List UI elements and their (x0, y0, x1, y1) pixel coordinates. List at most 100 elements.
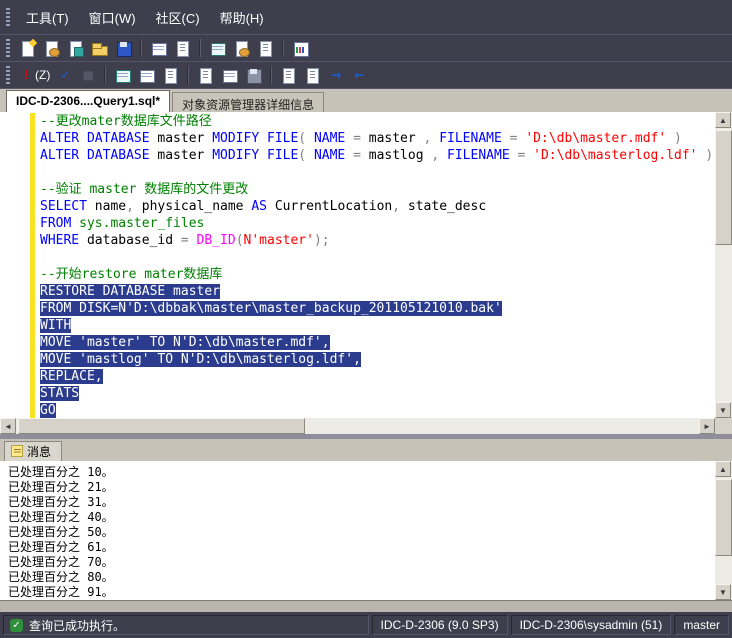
toolbar-separator (282, 39, 284, 57)
editor-vscroll-thumb[interactable] (715, 130, 732, 245)
menubar-items: 工具(T)窗口(W)社区(C)帮助(H) (16, 3, 274, 32)
activity-monitor-icon (292, 40, 309, 57)
code-line[interactable]: ALTER DATABASE master MODIFY FILE( NAME … (40, 147, 715, 164)
code-line-selected[interactable]: RESTORE DATABASE master (40, 283, 715, 300)
code-area[interactable]: --更改mater数据库文件路径ALTER DATABASE master MO… (0, 112, 715, 418)
code-line-selected[interactable]: STATS (40, 385, 715, 402)
object-explorer-button[interactable] (206, 37, 229, 60)
registered-servers-button[interactable] (147, 37, 170, 60)
open-file-button[interactable] (88, 37, 111, 60)
standard-toolbar-grip[interactable] (6, 39, 10, 57)
database-engine-query-button[interactable] (40, 37, 63, 60)
execute-button[interactable]: !(Z) (16, 64, 53, 87)
code-line-selected[interactable]: WITH (40, 317, 715, 334)
results-tab-row: 消息 (0, 439, 732, 461)
code-line[interactable]: WHERE database_id = DB_ID(N'master'); (40, 232, 715, 249)
sql-toolbar-items: !(Z)✓ ■ → ← (16, 64, 370, 87)
object-explorer-icon (209, 40, 226, 57)
tab-object-explorer-details[interactable]: 对象资源管理器详细信息 (172, 92, 324, 112)
editor-vscroll-track[interactable] (715, 128, 732, 402)
code-line-selected[interactable]: REPLACE, (40, 368, 715, 385)
message-line: 已处理百分之 80。 (8, 570, 715, 585)
results-to-grid-button[interactable] (218, 64, 241, 87)
messages-scroll-down-icon[interactable] (715, 584, 731, 600)
tab-messages[interactable]: 消息 (4, 441, 62, 461)
tab-query[interactable]: IDC-D-2306....Query1.sql* (6, 90, 170, 112)
summary-page-button[interactable] (171, 37, 194, 60)
save-button[interactable] (112, 37, 135, 60)
messages-vertical-scrollbar[interactable] (715, 461, 732, 600)
code-line[interactable]: --更改mater数据库文件路径 (40, 113, 715, 130)
code-line-selected[interactable]: GO (40, 402, 715, 418)
show-estimated-plan-button[interactable] (111, 64, 134, 87)
show-estimated-plan-icon (114, 67, 131, 84)
pane-bottom-border (0, 600, 732, 612)
analysis-services-query-icon (67, 40, 84, 57)
editor-horizontal-scrollbar[interactable] (0, 418, 715, 434)
query-designer-button[interactable] (135, 64, 158, 87)
outdent-icon: ← (352, 67, 366, 84)
cancel-executing-button[interactable]: ■ (77, 64, 99, 87)
menu-tools[interactable]: 工具(T) (16, 3, 79, 32)
code-line[interactable]: SELECT name, physical_name AS CurrentLoc… (40, 198, 715, 215)
menu-community[interactable]: 社区(C) (146, 3, 210, 32)
editor-vertical-scrollbar[interactable] (715, 112, 732, 418)
code-line[interactable] (40, 164, 715, 181)
messages-vscroll-thumb[interactable] (715, 479, 732, 556)
registered-servers-icon (150, 40, 167, 57)
code-line[interactable]: --开始restore mater数据库 (40, 266, 715, 283)
message-line: 已处理百分之 61。 (8, 540, 715, 555)
code-line[interactable]: FROM sys.master_files (40, 215, 715, 232)
status-user: IDC-D-2306\sysadmin (51) (511, 615, 672, 635)
editor-hscroll-track[interactable] (16, 418, 699, 434)
messages-scroll-up-icon[interactable] (715, 461, 731, 477)
execute-button-label: (Z) (35, 68, 50, 82)
code-line[interactable]: --验证 master 数据库的文件更改 (40, 181, 715, 198)
messages-pane[interactable]: 已处理百分之 10。已处理百分之 21。已处理百分之 31。已处理百分之 40。… (0, 461, 732, 600)
query-editor: --更改mater数据库文件路径ALTER DATABASE master MO… (0, 112, 732, 434)
code-line[interactable]: ALTER DATABASE master MODIFY FILE( NAME … (40, 130, 715, 147)
query-designer-icon (138, 67, 155, 84)
outdent-button[interactable]: ← (348, 64, 370, 87)
summary-page-icon (174, 40, 191, 57)
message-line: 已处理百分之 50。 (8, 525, 715, 540)
menu-help[interactable]: 帮助(H) (210, 3, 274, 32)
template-explorer-icon (233, 40, 250, 57)
properties-window-button[interactable] (254, 37, 277, 60)
standard-toolbar-items (16, 37, 312, 60)
uncomment-selection-icon (304, 67, 321, 84)
status-bar: 查询已成功执行。 IDC-D-2306 (9.0 SP3) IDC-D-2306… (0, 612, 732, 638)
message-lines: 已处理百分之 10。已处理百分之 21。已处理百分之 31。已处理百分之 40。… (0, 461, 715, 600)
messages-vscroll-track[interactable] (715, 477, 732, 584)
document-tab-strip: IDC-D-2306....Query1.sql*对象资源管理器详细信息 (0, 88, 732, 112)
scroll-right-icon[interactable] (699, 418, 715, 434)
results-to-text-button[interactable] (194, 64, 217, 87)
menu-window[interactable]: 窗口(W) (79, 3, 146, 32)
specify-template-values-button[interactable] (159, 64, 182, 87)
editor-hscroll-thumb[interactable] (18, 418, 305, 434)
new-query-button[interactable] (16, 37, 39, 60)
results-to-file-icon (245, 67, 262, 84)
code-line-selected[interactable]: MOVE 'master' TO N'D:\db\master.mdf', (40, 334, 715, 351)
cancel-executing-icon: ■ (81, 67, 95, 84)
results-to-text-icon (197, 67, 214, 84)
code-line[interactable] (40, 249, 715, 266)
code-line-selected[interactable]: MOVE 'mastlog' TO N'D:\db\masterlog.ldf'… (40, 351, 715, 368)
code-line-selected[interactable]: FROM DISK=N'D:\dbbak\master\master_backu… (40, 300, 715, 317)
analysis-services-query-button[interactable] (64, 37, 87, 60)
indent-button[interactable]: → (325, 64, 347, 87)
activity-monitor-button[interactable] (289, 37, 312, 60)
toolbar-separator (104, 66, 106, 84)
results-to-file-button[interactable] (242, 64, 265, 87)
menubar-grip[interactable] (6, 8, 10, 26)
template-explorer-button[interactable] (230, 37, 253, 60)
parse-button[interactable]: ✓ (54, 64, 76, 87)
uncomment-selection-button[interactable] (301, 64, 324, 87)
scroll-up-icon[interactable] (715, 112, 731, 128)
comment-selection-icon (280, 67, 297, 84)
scroll-left-icon[interactable] (0, 418, 16, 434)
sql-toolbar-grip[interactable] (6, 66, 10, 84)
scroll-down-icon[interactable] (715, 402, 731, 418)
comment-selection-button[interactable] (277, 64, 300, 87)
new-query-icon (19, 40, 36, 57)
